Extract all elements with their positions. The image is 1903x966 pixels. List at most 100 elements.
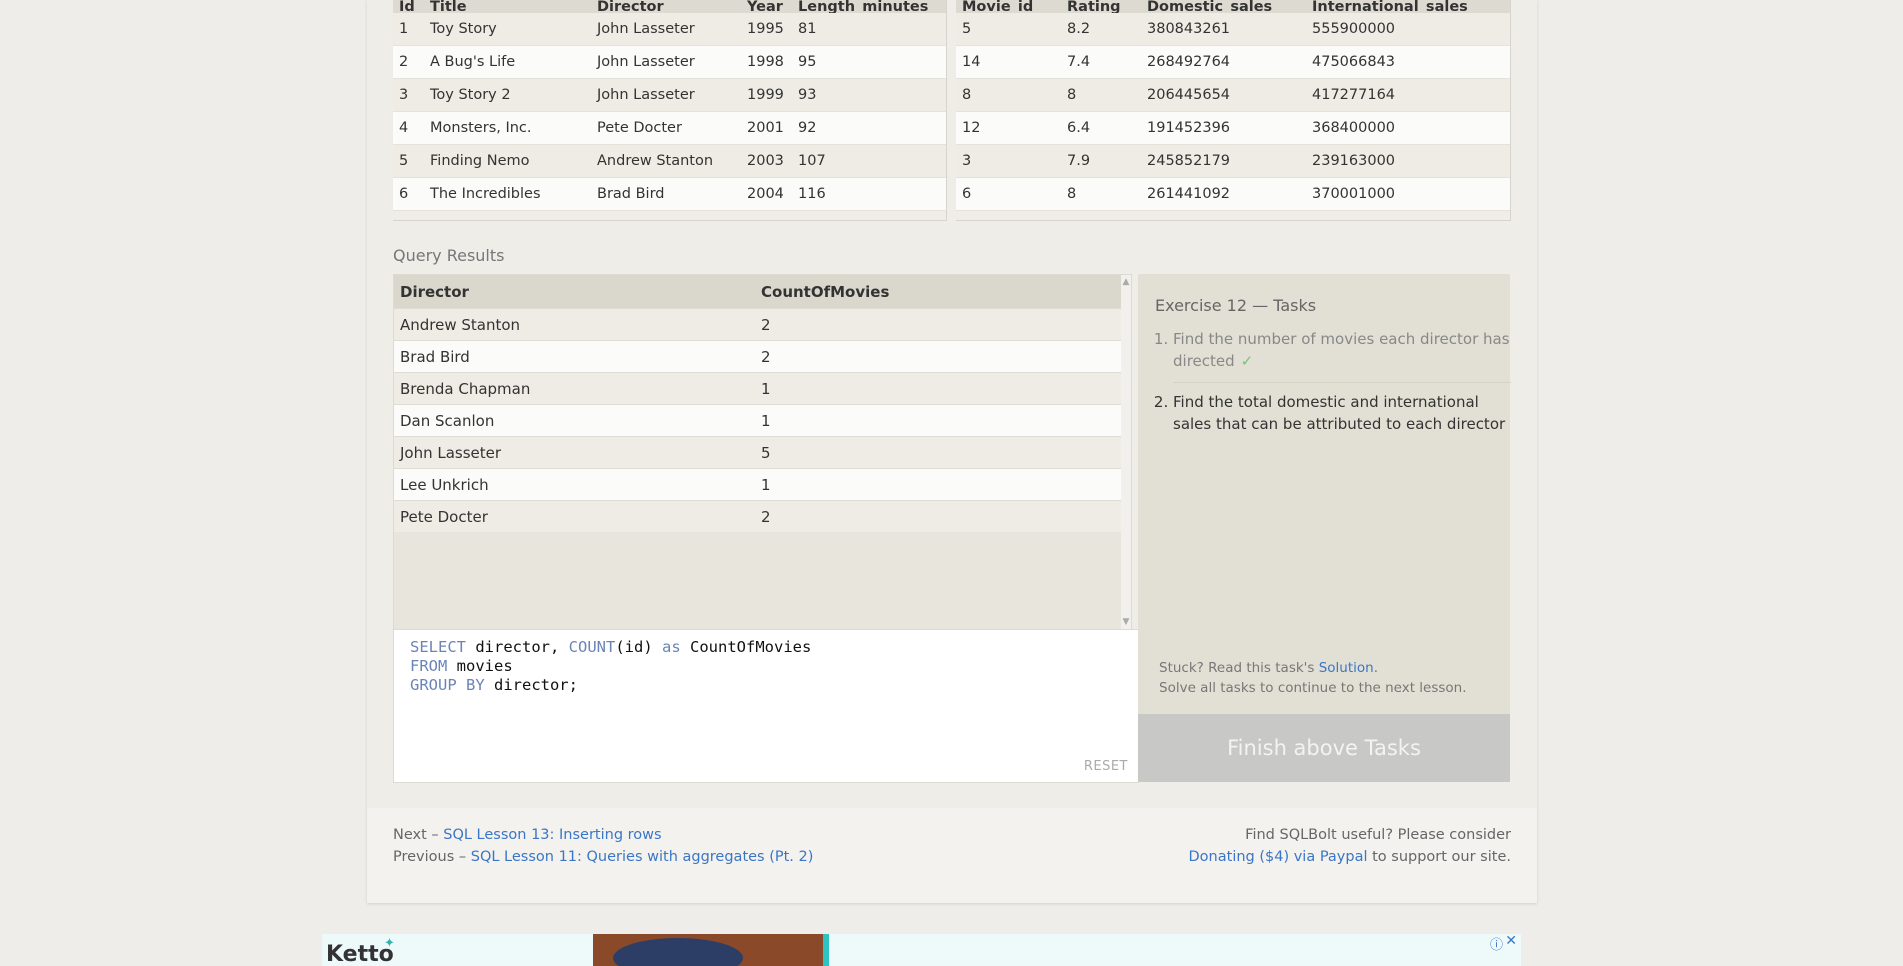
table-cell: 1 — [755, 468, 1121, 501]
sql-keyword: COUNT — [568, 638, 616, 656]
sql-code[interactable]: SELECT director, COUNT(id) as CountOfMov… — [410, 638, 811, 695]
table-cell: 14 — [956, 45, 1061, 79]
table-cell: 8 — [956, 78, 1061, 112]
info-icon[interactable]: ⓘ — [1490, 934, 1503, 953]
table-cell: 555900000 — [1306, 13, 1510, 46]
table-cell: 3 — [956, 144, 1061, 178]
table-row: Brad Bird 2 — [394, 340, 1121, 373]
table-cell: The Incredibles — [424, 177, 591, 211]
col-header: Domestic_sales — [1141, 0, 1306, 13]
table-cell: 7.4 — [1061, 45, 1141, 79]
table-cell: 261441092 — [1141, 177, 1306, 211]
table-cell: 3 — [393, 78, 424, 112]
table-row: 14 7.4 268492764 475066843 — [956, 45, 1510, 79]
table-cell: 95 — [792, 45, 946, 79]
table-cell: 2 — [755, 308, 1121, 341]
table-cell: Andrew Stanton — [591, 144, 741, 178]
stuck-hint: Stuck? Read this task's Solution. Solve … — [1159, 658, 1467, 698]
table-row: Dan Scanlon 1 — [394, 404, 1121, 437]
table-cell: 417277164 — [1306, 78, 1510, 112]
table-cell: 1 — [393, 13, 424, 46]
table-cell: A Bug's Life — [424, 45, 591, 79]
table-row: Andrew Stanton 2 — [394, 308, 1121, 341]
useful-text: Find SQLBolt useful? Please consider — [1245, 827, 1511, 843]
table-cell: 7.9 — [1061, 144, 1141, 178]
table-cell: 92 — [792, 111, 946, 145]
sql-keyword: FROM — [410, 657, 448, 675]
col-header: Length_minutes — [792, 0, 946, 13]
table-cell: 8.2 — [1061, 13, 1141, 46]
table-cell: 4 — [393, 111, 424, 145]
table-cell: 239163000 — [1306, 144, 1510, 178]
movies-table: Id Title Director Year Length_minutes 1 … — [393, 0, 946, 211]
table-row: 1 Toy Story John Lasseter 1995 81 — [393, 13, 946, 46]
table-cell: 93 — [792, 78, 946, 112]
table-cell: John Lasseter — [591, 78, 741, 112]
prev-prefix: Previous – — [393, 849, 471, 865]
scroll-up-icon[interactable]: ▲ — [1121, 277, 1131, 287]
table-cell: 12 — [956, 111, 1061, 145]
donate-link[interactable]: Donating ($4) via Paypal — [1189, 849, 1368, 865]
table-cell: John Lasseter — [591, 45, 741, 79]
table-cell: 107 — [792, 144, 946, 178]
finish-tasks-button[interactable]: Finish above Tasks — [1138, 714, 1510, 782]
query-results-panel[interactable]: Director CountOfMovies Andrew Stanton 2 B… — [393, 274, 1132, 630]
donate-section: Find SQLBolt useful? Please consider Don… — [1189, 824, 1511, 868]
table-cell: 475066843 — [1306, 45, 1510, 79]
col-header: CountOfMovies — [755, 275, 1121, 309]
table-cell: 116 — [792, 177, 946, 211]
table-cell: Andrew Stanton — [394, 308, 755, 341]
task-item-1: Find the number of movies each director … — [1173, 328, 1511, 383]
sql-text: movies — [447, 657, 513, 675]
boxoffice-table-container[interactable]: Movie_id Rating Domestic_sales Internati… — [956, 0, 1511, 221]
table-cell: Pete Docter — [394, 500, 755, 532]
table-cell: 191452396 — [1141, 111, 1306, 145]
reset-button[interactable]: RESET — [1084, 759, 1128, 774]
results-scrollbar[interactable]: ▲ ▼ — [1121, 275, 1131, 629]
exercise-area: Id Title Director Year Length_minutes 1 … — [367, 0, 1537, 808]
table-cell: 1 — [755, 372, 1121, 405]
table-cell: 6.4 — [1061, 111, 1141, 145]
scroll-down-icon[interactable]: ▼ — [1121, 617, 1131, 627]
table-cell: 2004 — [741, 177, 792, 211]
table-cell: 1995 — [741, 13, 792, 46]
task-text: Find the number of movies each director … — [1173, 330, 1510, 370]
sql-text: director; — [484, 676, 578, 694]
prev-lesson-link[interactable]: SQL Lesson 11: Queries with aggregates (… — [471, 849, 814, 865]
ad-image-figure — [613, 938, 743, 966]
table-cell: Finding Nemo — [424, 144, 591, 178]
table-row: 8 8 206445654 417277164 — [956, 78, 1510, 112]
ad-banner[interactable]: Ketto ✦ ⓘ ✕ — [322, 934, 1521, 966]
task-list: Find the number of movies each director … — [1155, 328, 1511, 453]
table-row: John Lasseter 5 — [394, 436, 1121, 469]
sql-editor[interactable]: SELECT director, COUNT(id) as CountOfMov… — [393, 629, 1139, 783]
table-cell: Dan Scanlon — [394, 404, 755, 437]
table-row: Pete Docter 2 — [394, 500, 1121, 532]
donate-suffix: to support our site. — [1367, 849, 1511, 865]
col-header: Rating — [1061, 0, 1141, 13]
table-row: 5 8.2 380843261 555900000 — [956, 13, 1510, 46]
col-header: Title — [424, 0, 591, 13]
sql-keyword: as — [662, 638, 681, 656]
table-cell: 380843261 — [1141, 13, 1306, 46]
results-header: Director CountOfMovies — [394, 275, 1121, 309]
movies-table-container[interactable]: Id Title Director Year Length_minutes 1 … — [393, 0, 947, 221]
table-cell: 370001000 — [1306, 177, 1510, 211]
table-row: 12 6.4 191452396 368400000 — [956, 111, 1510, 145]
table-cell: John Lasseter — [591, 13, 741, 46]
stuck-prefix: Stuck? Read this task's — [1159, 660, 1319, 676]
table-cell: 1 — [755, 404, 1121, 437]
table-row: 6 The Incredibles Brad Bird 2004 116 — [393, 177, 946, 211]
check-icon: ✓ — [1240, 352, 1254, 370]
table-cell: 5 — [755, 436, 1121, 469]
sql-keyword: GROUP BY — [410, 676, 485, 694]
table-cell: John Lasseter — [394, 436, 755, 469]
table-row: 6 8 261441092 370001000 — [956, 177, 1510, 211]
tasks-panel: Exercise 12 — Tasks Find the number of m… — [1138, 274, 1511, 714]
ad-image[interactable] — [593, 934, 823, 966]
next-lesson-link[interactable]: SQL Lesson 13: Inserting rows — [443, 827, 661, 843]
close-icon[interactable]: ✕ — [1505, 934, 1517, 949]
solution-link[interactable]: Solution — [1319, 660, 1374, 676]
table-cell: 81 — [792, 13, 946, 46]
table-cell: Toy Story — [424, 13, 591, 46]
